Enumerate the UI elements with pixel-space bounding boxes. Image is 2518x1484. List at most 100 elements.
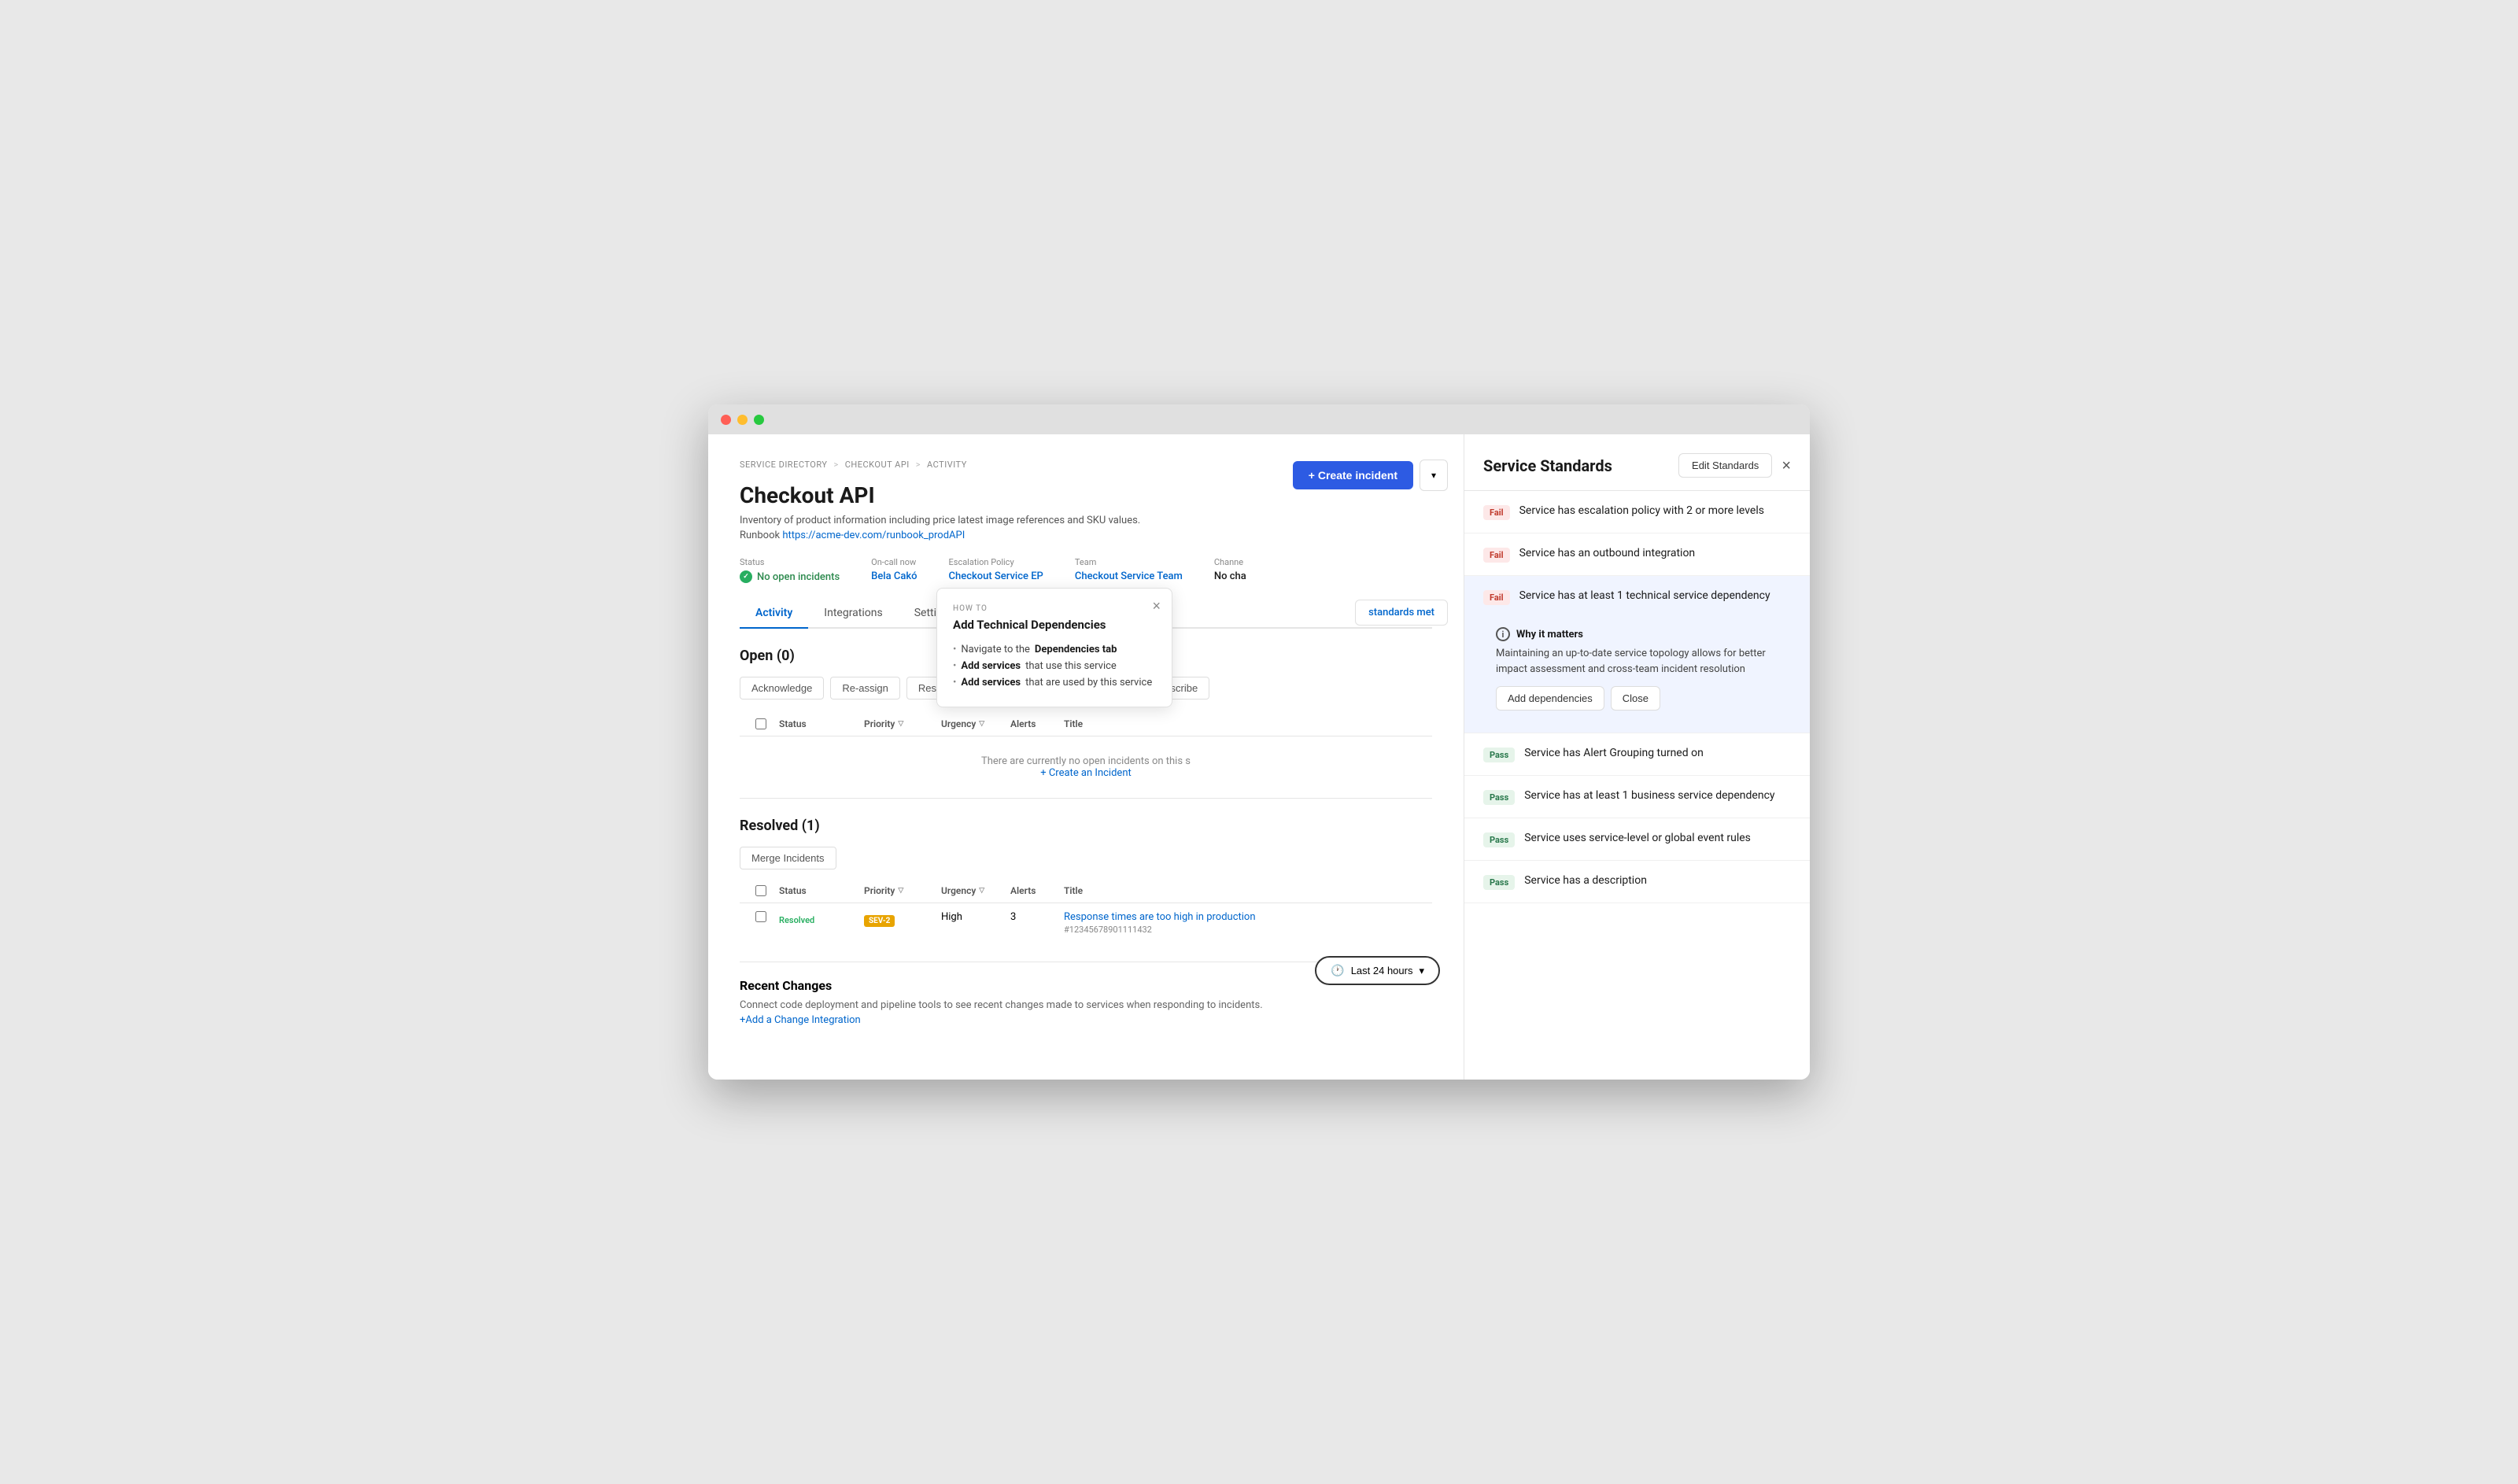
resolved-section: Resolved (1) Merge Incidents Status Prio… <box>740 818 1432 943</box>
titlebar <box>708 404 1810 434</box>
standards-met-bar[interactable]: standards met <box>1355 600 1448 626</box>
dropdown-button[interactable]: ▾ <box>1420 460 1448 491</box>
create-incident-button[interactable]: + Create incident <box>1293 461 1413 489</box>
breadcrumb-activity: ACTIVITY <box>927 460 967 470</box>
th-alerts: Alerts <box>1010 718 1058 729</box>
team-label: Team <box>1075 557 1183 567</box>
acknowledge-button[interactable]: Acknowledge <box>740 677 824 700</box>
standard-item-2[interactable]: Fail Service has an outbound integration <box>1464 533 1810 576</box>
breadcrumb-service-directory[interactable]: SERVICE DIRECTORY <box>740 460 827 470</box>
why-title: i Why it matters <box>1496 627 1778 641</box>
time-filter-label: Last 24 hours <box>1351 965 1413 976</box>
resolved-section-title: Resolved (1) <box>740 818 1432 834</box>
standard-item-4[interactable]: Pass Service has Alert Grouping turned o… <box>1464 733 1810 776</box>
status-label: Status <box>740 557 840 567</box>
th-urgency[interactable]: Urgency ▽ <box>941 718 1004 729</box>
rth-priority[interactable]: Priority ▽ <box>864 885 935 896</box>
standard-text-4: Service has Alert Grouping turned on <box>1524 746 1704 762</box>
breadcrumb-checkout-api[interactable]: CHECKOUT API <box>845 460 910 470</box>
tooltip-item-3: Add services that are used by this servi… <box>953 674 1156 691</box>
badge-fail-1: Fail <box>1483 505 1510 520</box>
status-value: No open incidents <box>740 570 840 583</box>
standard-text-1: Service has escalation policy with 2 or … <box>1519 504 1764 519</box>
maximize-window-button[interactable] <box>754 415 764 425</box>
runbook-row: Runbook https://acme-dev.com/runbook_pro… <box>740 530 1432 541</box>
create-incident-link[interactable]: + Create an Incident <box>1040 767 1132 779</box>
rth-title: Title <box>1064 885 1423 896</box>
ep-label: Escalation Policy <box>949 557 1043 567</box>
tab-integrations[interactable]: Integrations <box>808 599 898 629</box>
resolved-status-badge: Resolved <box>779 915 814 925</box>
resolved-action-buttons: Merge Incidents <box>740 847 1432 869</box>
th-status: Status <box>779 718 858 729</box>
tooltip-how-to: HOW TO <box>953 604 1156 613</box>
badge-pass-4: Pass <box>1483 875 1515 890</box>
edit-standards-button[interactable]: Edit Standards <box>1678 453 1772 478</box>
close-window-button[interactable] <box>721 415 731 425</box>
breadcrumb-sep-2: > <box>916 460 921 470</box>
standard-item-6[interactable]: Pass Service uses service-level or globa… <box>1464 818 1810 861</box>
resolved-merge-button[interactable]: Merge Incidents <box>740 847 836 869</box>
standard-text-7: Service has a description <box>1524 873 1647 889</box>
rth-status: Status <box>779 885 858 896</box>
standard-item-7[interactable]: Pass Service has a description <box>1464 861 1810 903</box>
info-icon: i <box>1496 627 1510 641</box>
tooltip-item-2: Add services that use this service <box>953 658 1156 674</box>
th-priority[interactable]: Priority ▽ <box>864 718 935 729</box>
urgency-cell: High <box>941 911 1004 923</box>
tooltip-bold-3: Add services <box>961 677 1021 688</box>
metadata-row: Status No open incidents On-call now Bel… <box>740 557 1432 583</box>
add-dependencies-button[interactable]: Add dependencies <box>1496 686 1604 711</box>
channel-value: No cha <box>1214 570 1246 582</box>
breadcrumb-sep-1: > <box>833 460 838 470</box>
tooltip-popup: HOW TO Add Technical Dependencies × Navi… <box>936 588 1172 707</box>
ep-value[interactable]: Checkout Service EP <box>949 570 1043 582</box>
alerts-cell: 3 <box>1010 911 1058 923</box>
standards-met-text: standards met <box>1368 607 1434 618</box>
team-value[interactable]: Checkout Service Team <box>1075 570 1183 582</box>
open-empty-state: There are currently no open incidents on… <box>740 736 1432 799</box>
minimize-window-button[interactable] <box>737 415 748 425</box>
resolved-row-checkbox[interactable] <box>755 911 766 922</box>
header-action-bar: + Create incident ▾ <box>1293 460 1448 491</box>
close-dependency-button[interactable]: Close <box>1611 686 1660 711</box>
standard-item-5[interactable]: Pass Service has at least 1 business ser… <box>1464 776 1810 818</box>
rth-alerts: Alerts <box>1010 885 1058 896</box>
why-it-matters: i Why it matters Maintaining an up-to-da… <box>1483 618 1791 720</box>
badge-pass-2: Pass <box>1483 790 1515 805</box>
badge-pass-1: Pass <box>1483 748 1515 762</box>
standards-header-right: Edit Standards × <box>1678 453 1791 478</box>
bottom-filter-bar: 🕐 Last 24 hours ▾ <box>1315 956 1440 985</box>
standard-text-6: Service uses service-level or global eve… <box>1524 831 1751 847</box>
recent-changes-desc: Connect code deployment and pipeline too… <box>740 999 1432 1011</box>
tooltip-item-1: Navigate to the Dependencies tab <box>953 641 1156 658</box>
why-text: Maintaining an up-to-date service topolo… <box>1496 646 1778 677</box>
tab-activity[interactable]: Activity <box>740 599 808 629</box>
standards-title: Service Standards <box>1483 456 1612 475</box>
incident-number: #12345678901111432 <box>1064 925 1423 935</box>
runbook-label: Runbook <box>740 530 782 541</box>
standards-close-button[interactable]: × <box>1781 458 1791 474</box>
time-filter-button[interactable]: 🕐 Last 24 hours ▾ <box>1315 956 1440 985</box>
standards-header: Service Standards Edit Standards × <box>1464 434 1810 491</box>
reassign-button[interactable]: Re-assign <box>830 677 900 700</box>
badge-fail-2: Fail <box>1483 548 1510 563</box>
channel-label: Channe <box>1214 557 1246 567</box>
open-select-all-checkbox[interactable] <box>755 718 766 729</box>
open-table-header: Status Priority ▽ Urgency ▽ Alerts Title <box>740 712 1432 736</box>
tooltip-bold-2: Add services <box>961 660 1021 672</box>
sev-badge: SEV-2 <box>864 915 895 927</box>
clock-icon: 🕐 <box>1331 964 1344 977</box>
status-dot <box>740 570 752 583</box>
resolved-select-all-checkbox[interactable] <box>755 885 766 896</box>
table-row: Resolved SEV-2 High 3 Response times are… <box>740 903 1432 943</box>
runbook-link[interactable]: https://acme-dev.com/runbook_prodAPI <box>782 530 965 541</box>
add-change-integration-link[interactable]: +Add a Change Integration <box>740 1014 861 1026</box>
oncall-label: On-call now <box>871 557 917 567</box>
standard-item-1[interactable]: Fail Service has escalation policy with … <box>1464 491 1810 533</box>
incident-title-link[interactable]: Response times are too high in productio… <box>1064 911 1423 923</box>
standard-item-3[interactable]: Fail Service has at least 1 technical se… <box>1464 576 1810 733</box>
rth-urgency[interactable]: Urgency ▽ <box>941 885 1004 896</box>
tooltip-close-button[interactable]: × <box>1152 598 1161 615</box>
oncall-value[interactable]: Bela Cakó <box>871 570 917 582</box>
